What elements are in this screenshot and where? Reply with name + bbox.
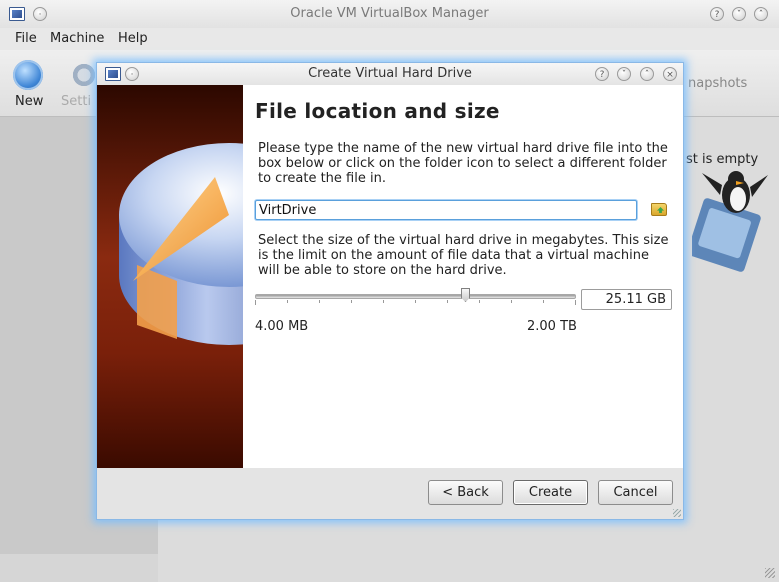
size-value-field[interactable]: 25.11 GB [581,289,672,310]
dialog-titlebar[interactable]: · Create Virtual Hard Drive ? ˇ ˆ × [97,63,683,85]
new-button-label[interactable]: New [15,94,43,109]
location-description: Please type the name of the new virtual … [258,141,668,186]
dialog-maximize-button[interactable]: ˆ [640,67,654,81]
dialog-close-button[interactable]: × [663,67,677,81]
wizard-banner-image [97,85,243,468]
dialog-resize-grip[interactable] [673,509,681,517]
penguin-mascot-icon [692,171,768,272]
size-slider-ticks [255,300,576,305]
snapshots-tab-label[interactable]: napshots [688,76,747,91]
size-range-max: 2.00 TB [527,319,577,334]
menu-help[interactable]: Help [118,31,148,46]
back-button[interactable]: < Back [428,480,503,505]
maximize-button[interactable]: ˆ [754,7,768,21]
size-range-min: 4.00 MB [255,319,309,334]
dialog-minimize-button[interactable]: ˇ [617,67,631,81]
main-titlebar: · Oracle VM VirtualBox Manager ? ˇ ˆ [0,0,779,28]
main-window-title: Oracle VM VirtualBox Manager [290,6,489,21]
settings-button-label[interactable]: Setti [61,94,91,109]
settings-icon[interactable] [71,62,97,88]
new-vm-icon[interactable] [13,60,43,90]
size-slider-track[interactable] [255,294,576,299]
menu-machine[interactable]: Machine [50,31,104,46]
main-resize-grip[interactable] [765,568,775,578]
dialog-help-button[interactable]: ? [595,67,609,81]
menu-file[interactable]: File [15,31,37,46]
file-location-input[interactable] [255,200,637,220]
hard-disk-illustration-icon [119,143,243,345]
minimize-button[interactable]: ˇ [732,7,746,21]
size-description: Select the size of the virtual hard driv… [258,233,669,278]
choose-folder-icon[interactable] [651,203,667,216]
page-heading: File location and size [255,99,500,123]
cancel-button[interactable]: Cancel [598,480,673,505]
create-button[interactable]: Create [513,480,588,505]
help-button[interactable]: ? [710,7,724,21]
menubar: File Machine Help [0,28,779,50]
create-virtual-hard-drive-dialog: · Create Virtual Hard Drive ? ˇ ˆ × File… [96,62,684,520]
